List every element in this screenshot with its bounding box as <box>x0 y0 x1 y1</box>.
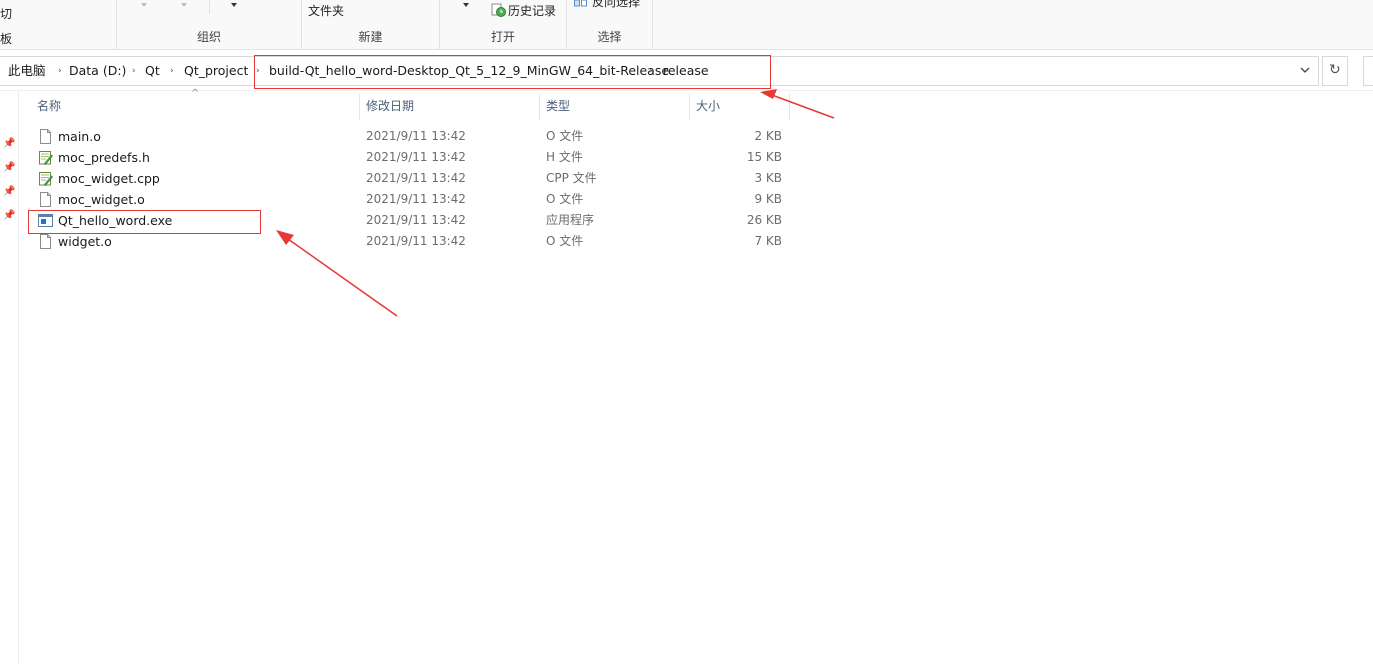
file-name: widget.o <box>58 234 112 249</box>
ribbon-group-new: 文件夹 新建 <box>302 0 440 49</box>
column-divider[interactable] <box>789 94 790 120</box>
column-header-modified[interactable]: 修改日期 <box>366 96 414 120</box>
file-size: 15 KB <box>746 150 782 164</box>
file-size: 3 KB <box>754 171 782 185</box>
annotation-arrows <box>276 89 835 317</box>
ribbon: 切 板 组织 文件夹 新建 历史记录 打开 反向选择 选择 <box>0 0 1373 50</box>
file-size: 26 KB <box>746 213 782 227</box>
file-modified: 2021/9/11 13:42 <box>366 150 466 164</box>
ribbon-group-label: 选择 <box>597 30 622 44</box>
source-file-icon <box>39 172 53 186</box>
ribbon-group-open: 历史记录 打开 <box>440 0 567 49</box>
file-row[interactable]: widget.o 2021/9/11 13:42 O 文件 7 KB <box>30 231 790 252</box>
refresh-icon: ↻ <box>1329 62 1341 78</box>
annotation-arrow-line <box>771 94 835 119</box>
generic-file-icon <box>40 129 51 144</box>
source-file-icon <box>39 151 53 165</box>
file-type: O 文件 <box>546 192 584 206</box>
ribbon-divider <box>209 0 210 14</box>
pin-icon[interactable]: 📌 <box>3 162 15 173</box>
breadcrumb-chevron-icon[interactable]: › <box>132 57 136 85</box>
file-size: 7 KB <box>754 234 782 248</box>
file-row[interactable]: main.o 2021/9/11 13:42 O 文件 2 KB <box>30 126 790 147</box>
ribbon-group-label: 新建 <box>358 30 383 44</box>
file-row[interactable]: moc_predefs.h 2021/9/11 13:42 H 文件 15 KB <box>30 147 790 168</box>
file-modified: 2021/9/11 13:42 <box>366 192 466 206</box>
column-divider[interactable] <box>689 94 690 120</box>
open-dropdown-icon[interactable] <box>463 3 469 7</box>
breadcrumb-qt[interactable]: Qt <box>145 57 160 85</box>
ribbon-group-organize: 组织 <box>117 0 302 49</box>
column-header-name[interactable]: 名称 <box>37 96 61 120</box>
file-size: 9 KB <box>754 192 782 206</box>
file-modified: 2021/9/11 13:42 <box>366 213 466 227</box>
file-name: main.o <box>58 129 101 144</box>
copy-to-dropdown-icon[interactable] <box>181 3 187 7</box>
clipboard-fragment-top[interactable]: 切 <box>0 5 12 22</box>
file-type: H 文件 <box>546 150 583 164</box>
file-type: CPP 文件 <box>546 171 597 185</box>
annotation-box-path <box>254 55 771 89</box>
pin-icon[interactable]: 📌 <box>3 138 15 149</box>
ribbon-group-select: 反向选择 选择 <box>567 0 653 49</box>
file-type: O 文件 <box>546 234 584 248</box>
column-divider[interactable] <box>359 94 360 120</box>
column-divider[interactable] <box>539 94 540 120</box>
new-folder-button[interactable]: 文件夹 <box>308 2 344 19</box>
search-input[interactable] <box>1363 56 1373 86</box>
breadcrumb-chevron-icon[interactable]: › <box>170 57 174 85</box>
chevron-down-icon <box>1300 67 1310 73</box>
invert-selection-icon <box>574 0 587 7</box>
history-icon <box>491 3 506 17</box>
clipboard-fragment-bottom: 板 <box>0 32 13 46</box>
breadcrumb-this-pc[interactable]: 此电脑 <box>8 57 46 85</box>
column-header-type[interactable]: 类型 <box>546 96 570 120</box>
file-name: moc_widget.o <box>58 192 145 207</box>
refresh-button[interactable]: ↻ <box>1322 56 1348 86</box>
file-type: O 文件 <box>546 129 584 143</box>
file-row[interactable]: moc_widget.cpp 2021/9/11 13:42 CPP 文件 3 … <box>30 168 790 189</box>
address-history-dropdown[interactable] <box>1292 57 1318 85</box>
file-type: 应用程序 <box>546 213 595 227</box>
ribbon-group-label: 打开 <box>490 30 515 44</box>
move-to-dropdown-icon[interactable] <box>141 3 147 7</box>
generic-file-icon <box>40 234 51 249</box>
file-size: 2 KB <box>754 129 782 143</box>
breadcrumb-qt-project[interactable]: Qt_project <box>184 57 248 85</box>
file-name: moc_widget.cpp <box>58 171 160 186</box>
pin-icon[interactable]: 📌 <box>3 210 15 221</box>
file-modified: 2021/9/11 13:42 <box>366 171 466 185</box>
column-header-size[interactable]: 大小 <box>696 96 720 120</box>
annotation-box-exe <box>28 210 261 234</box>
ribbon-group-label: 组织 <box>196 30 221 44</box>
navigation-pane: 📌 📌 📌 📌 <box>0 90 19 664</box>
file-modified: 2021/9/11 13:42 <box>366 234 466 248</box>
sort-ascending-icon: ^ <box>191 88 200 99</box>
file-name: moc_predefs.h <box>58 150 150 165</box>
file-row[interactable]: moc_widget.o 2021/9/11 13:42 O 文件 9 KB <box>30 189 790 210</box>
breadcrumb-chevron-icon[interactable]: › <box>58 57 62 85</box>
breadcrumb-drive[interactable]: Data (D:) <box>69 57 126 85</box>
pin-icon[interactable]: 📌 <box>3 186 15 197</box>
rename-dropdown-icon[interactable] <box>231 3 237 7</box>
file-modified: 2021/9/11 13:42 <box>366 129 466 143</box>
invert-selection-button[interactable]: 反向选择 <box>592 0 640 10</box>
history-button[interactable]: 历史记录 <box>508 2 556 19</box>
generic-file-icon <box>40 192 51 207</box>
